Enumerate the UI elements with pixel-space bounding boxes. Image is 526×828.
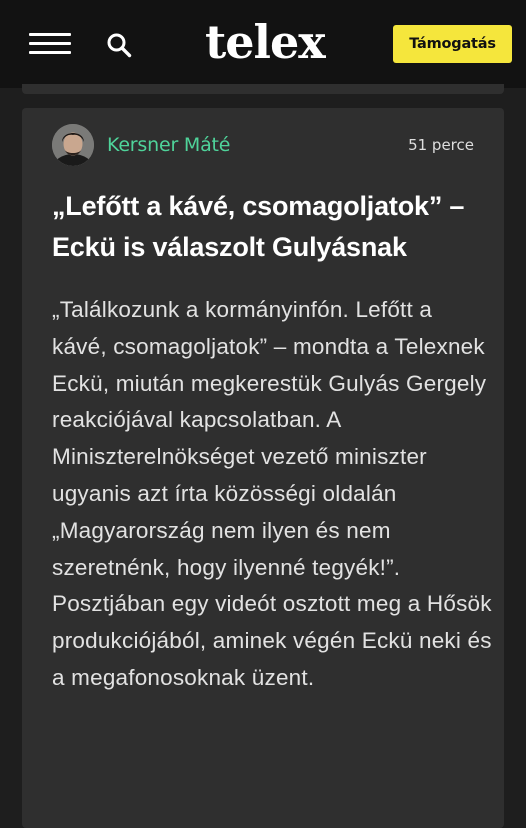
post-timestamp: 51 perce	[408, 136, 474, 154]
hamburger-menu-icon[interactable]	[29, 33, 71, 55]
top-navigation-bar: telex Támogatás	[0, 0, 526, 88]
telex-logo[interactable]: telex	[205, 14, 326, 70]
post-headline: „Lefőtt a kávé, csomagoljatok” – Eckü is…	[52, 191, 465, 262]
post-body-text: „Találkozunk a kormányinfón. Lefőtt a ká…	[52, 297, 492, 690]
live-blog-post-card: Kersner Máté 51 perce „Lefőtt a kávé, cs…	[22, 108, 504, 828]
support-button[interactable]: Támogatás	[393, 25, 512, 63]
search-icon[interactable]	[106, 32, 132, 58]
author-name-link[interactable]: Kersner Máté	[107, 132, 230, 158]
author-avatar[interactable]	[52, 124, 94, 166]
previous-post-card-edge	[22, 84, 504, 94]
